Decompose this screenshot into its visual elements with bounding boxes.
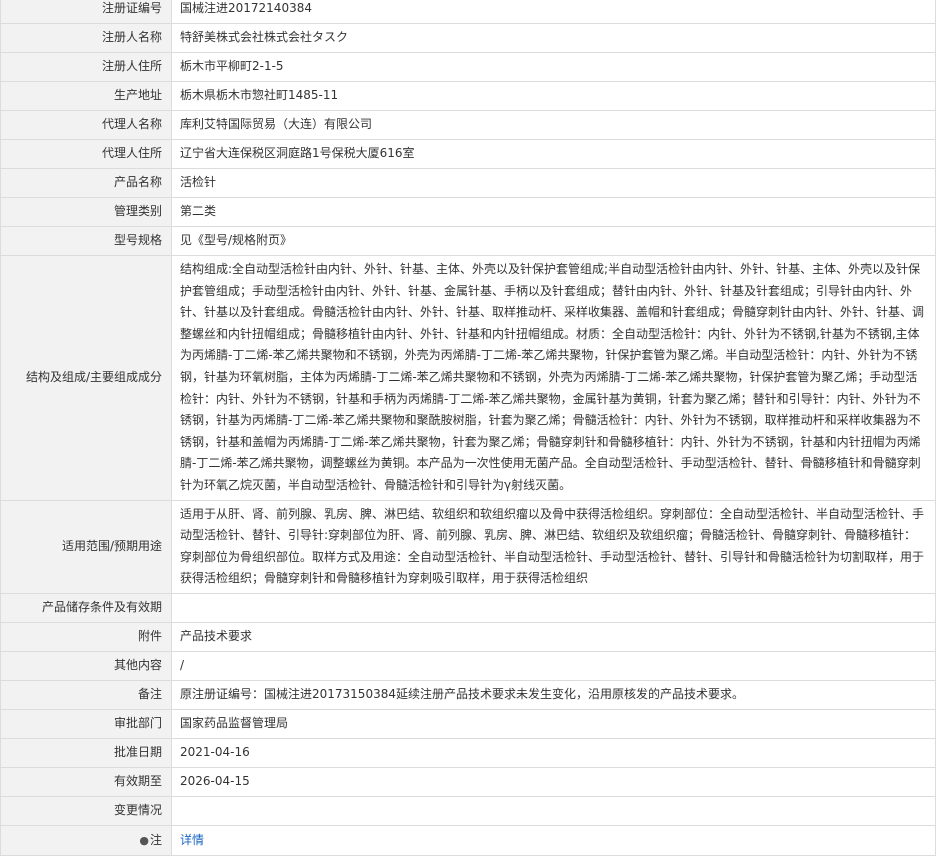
table-row: 代理人名称 库利艾特国际贸易（大连）有限公司 (0, 110, 936, 140)
row-label-production-address: 生产地址 (0, 81, 172, 111)
row-label-note: ●注 (0, 824, 172, 856)
row-value-approval-date: 2021-04-16 (171, 737, 936, 768)
row-label-structure-composition: 结构及组成/主要组成成分 (0, 255, 172, 501)
row-label-approval-date: 批准日期 (0, 737, 172, 768)
row-value-registrant-address: 栃木市平柳町2-1-5 (171, 52, 936, 82)
row-label-agent-name: 代理人名称 (0, 110, 172, 140)
table-row: 备注 原注册证编号：国械注进20173150384延续注册产品技术要求未发生变化… (0, 679, 936, 710)
table-row: 审批部门 国家药品监督管理局 (0, 708, 936, 739)
row-label-attachment: 附件 (0, 621, 172, 652)
row-label-registration-number: 注册证编号 (0, 0, 172, 24)
row-value-registrant-name: 特舒美株式会社株式会社タスク (171, 23, 936, 53)
row-value-note: 详情 (171, 824, 936, 856)
pin-icon: ● (139, 833, 149, 847)
row-value-attachment: 产品技术要求 (171, 621, 936, 652)
table-row: 有效期至 2026-04-15 (0, 766, 936, 797)
row-value-storage-conditions (171, 592, 936, 623)
row-value-remarks: 原注册证编号：国械注进20173150384延续注册产品技术要求未发生变化，沿用… (171, 679, 936, 710)
table-row: ●注 详情 (0, 824, 936, 856)
note-label: 注 (149, 832, 162, 847)
row-value-intended-use: 适用于从肝、肾、前列腺、乳房、脾、淋巴结、软组织和软组织瘤以及骨中获得活检组织。… (171, 499, 936, 594)
row-label-change-status: 变更情况 (0, 795, 172, 826)
row-value-registration-number: 国械注进20172140384 (171, 0, 936, 24)
table-row: 管理类别 第二类 (0, 197, 936, 227)
table-row: 结构及组成/主要组成成分 结构组成:全自动型活检针由内针、外针、针基、主体、外壳… (0, 255, 936, 501)
table-row: 注册人住所 栃木市平柳町2-1-5 (0, 52, 936, 82)
row-value-model-spec: 见《型号/规格附页》 (171, 226, 936, 256)
row-value-agent-address: 辽宁省大连保税区洞庭路1号保税大厦616室 (171, 139, 936, 169)
table-row: 代理人住所 辽宁省大连保税区洞庭路1号保税大厦616室 (0, 139, 936, 169)
row-value-other-content: / (171, 650, 936, 681)
row-label-other-content: 其他内容 (0, 650, 172, 681)
row-label-valid-until: 有效期至 (0, 766, 172, 797)
row-value-valid-until: 2026-04-15 (171, 766, 936, 797)
row-value-product-name: 活检针 (171, 168, 936, 198)
row-value-production-address: 栃木県栃木市惣社町1485-11 (171, 81, 936, 111)
row-value-approval-department: 国家药品监督管理局 (171, 708, 936, 739)
row-label-registrant-name: 注册人名称 (0, 23, 172, 53)
row-label-product-name: 产品名称 (0, 168, 172, 198)
table-row: 其他内容 / (0, 650, 936, 681)
row-label-model-spec: 型号规格 (0, 226, 172, 256)
table-row: 注册证编号 国械注进20172140384 (0, 0, 936, 24)
table-row: 产品储存条件及有效期 (0, 592, 936, 623)
row-label-registrant-address: 注册人住所 (0, 52, 172, 82)
row-label-management-category: 管理类别 (0, 197, 172, 227)
table-row: 生产地址 栃木県栃木市惣社町1485-11 (0, 81, 936, 111)
row-value-agent-name: 库利艾特国际贸易（大连）有限公司 (171, 110, 936, 140)
row-label-intended-use: 适用范围/预期用途 (0, 499, 172, 594)
table-row: 注册人名称 特舒美株式会社株式会社タスク (0, 23, 936, 53)
table-row: 批准日期 2021-04-16 (0, 737, 936, 768)
table-row: 附件 产品技术要求 (0, 621, 936, 652)
table-row: 产品名称 活检针 (0, 168, 936, 198)
row-label-agent-address: 代理人住所 (0, 139, 172, 169)
row-label-approval-department: 审批部门 (0, 708, 172, 739)
table-row: 适用范围/预期用途 适用于从肝、肾、前列腺、乳房、脾、淋巴结、软组织和软组织瘤以… (0, 499, 936, 594)
table-row: 变更情况 (0, 795, 936, 826)
row-value-change-status (171, 795, 936, 826)
registration-table: 注册证编号 国械注进20172140384 注册人名称 特舒美株式会社株式会社タ… (0, 0, 936, 856)
row-value-management-category: 第二类 (171, 197, 936, 227)
row-label-storage-conditions: 产品储存条件及有效期 (0, 592, 172, 623)
row-label-remarks: 备注 (0, 679, 172, 710)
details-link[interactable]: 详情 (180, 833, 204, 847)
row-value-structure-composition: 结构组成:全自动型活检针由内针、外针、针基、主体、外壳以及针保护套管组成;半自动… (171, 255, 936, 501)
table-row: 型号规格 见《型号/规格附页》 (0, 226, 936, 256)
